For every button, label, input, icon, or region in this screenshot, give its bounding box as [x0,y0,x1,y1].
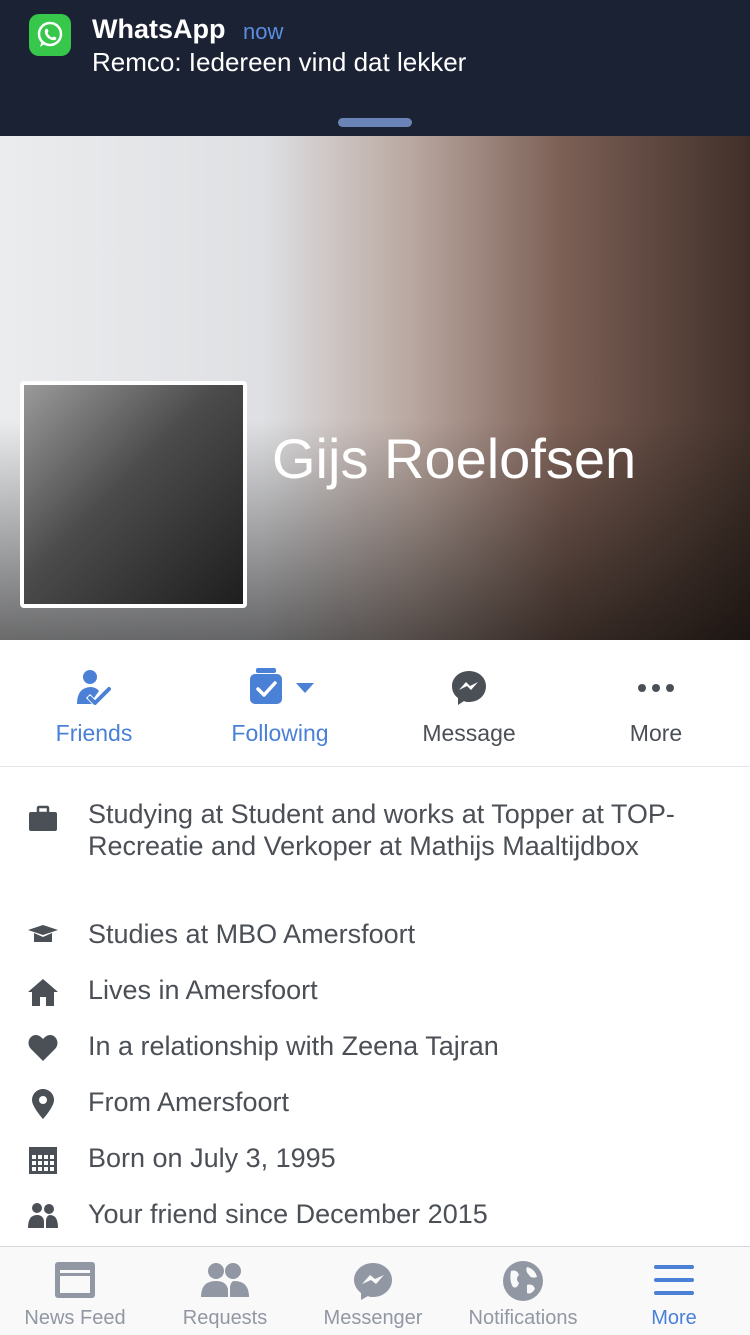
messenger-icon [298,1259,448,1303]
tab-more-label: More [651,1307,697,1329]
notification-message: Remco: Iedereen vind dat lekker [92,47,467,77]
more-button[interactable]: More [562,640,750,766]
tab-notifications-label: Notifications [468,1307,578,1329]
tab-bar: News Feed Requests Messenger Notificatio… [0,1246,750,1335]
tab-requests[interactable]: Requests [150,1247,300,1335]
profile-name: Gijs Roelofsen [272,427,637,490]
about-friend-since-text: Your friend since December 2015 [88,1199,488,1229]
tab-more[interactable]: More [599,1247,749,1335]
about-work-text: Studying at Student and works at Topper … [88,799,675,861]
profile-picture-frame[interactable] [20,381,247,608]
about-relationship-text: In a relationship with Zeena Tajran [88,1031,499,1061]
tab-news-feed-label: News Feed [24,1307,126,1329]
more-label: More [629,720,683,746]
following-label: Following [231,720,329,746]
notification-banner[interactable]: WhatsApp now Remco: Iedereen vind dat le… [0,0,750,136]
globe-icon [448,1259,598,1303]
messenger-icon [375,668,563,708]
friends-label: Friends [55,720,133,746]
tab-messenger[interactable]: Messenger [298,1247,448,1335]
about-lives-text: Lives in Amersfoort [88,975,318,1005]
message-button[interactable]: Message [375,640,563,766]
news-feed-icon [0,1259,150,1303]
friends-check-icon [0,668,188,708]
about-education-text: Studies at MBO Amersfoort [88,919,416,949]
briefcase-icon [27,803,59,835]
graduation-cap-icon [27,920,59,952]
following-button[interactable]: Following [186,640,374,766]
heart-icon [27,1032,59,1064]
calendar-icon [27,1144,59,1176]
requests-icon [150,1259,300,1303]
notification-drag-handle[interactable] [338,118,412,127]
more-dots-icon [562,668,750,708]
notification-app-name: WhatsApp [92,14,226,44]
friends-button[interactable]: Friends [0,640,188,766]
notification-time: now [243,19,284,44]
hamburger-icon [599,1259,749,1303]
profile-picture [24,385,243,604]
about-from-text: From Amersfoort [88,1087,290,1117]
tab-notifications[interactable]: Notifications [448,1247,598,1335]
tab-news-feed[interactable]: News Feed [0,1247,150,1335]
location-pin-icon [27,1088,59,1120]
tab-requests-label: Requests [182,1307,268,1329]
message-label: Message [422,720,516,746]
whatsapp-icon [29,14,71,56]
friends-icon [27,1200,59,1232]
about-birthday-text: Born on July 3, 1995 [88,1143,336,1173]
tab-messenger-label: Messenger [323,1307,423,1329]
profile-actions: Friends Following Message More [0,640,750,767]
house-icon [27,976,59,1008]
cover-photo[interactable]: Gijs Roelofsen [0,136,750,640]
following-icon [186,668,374,708]
